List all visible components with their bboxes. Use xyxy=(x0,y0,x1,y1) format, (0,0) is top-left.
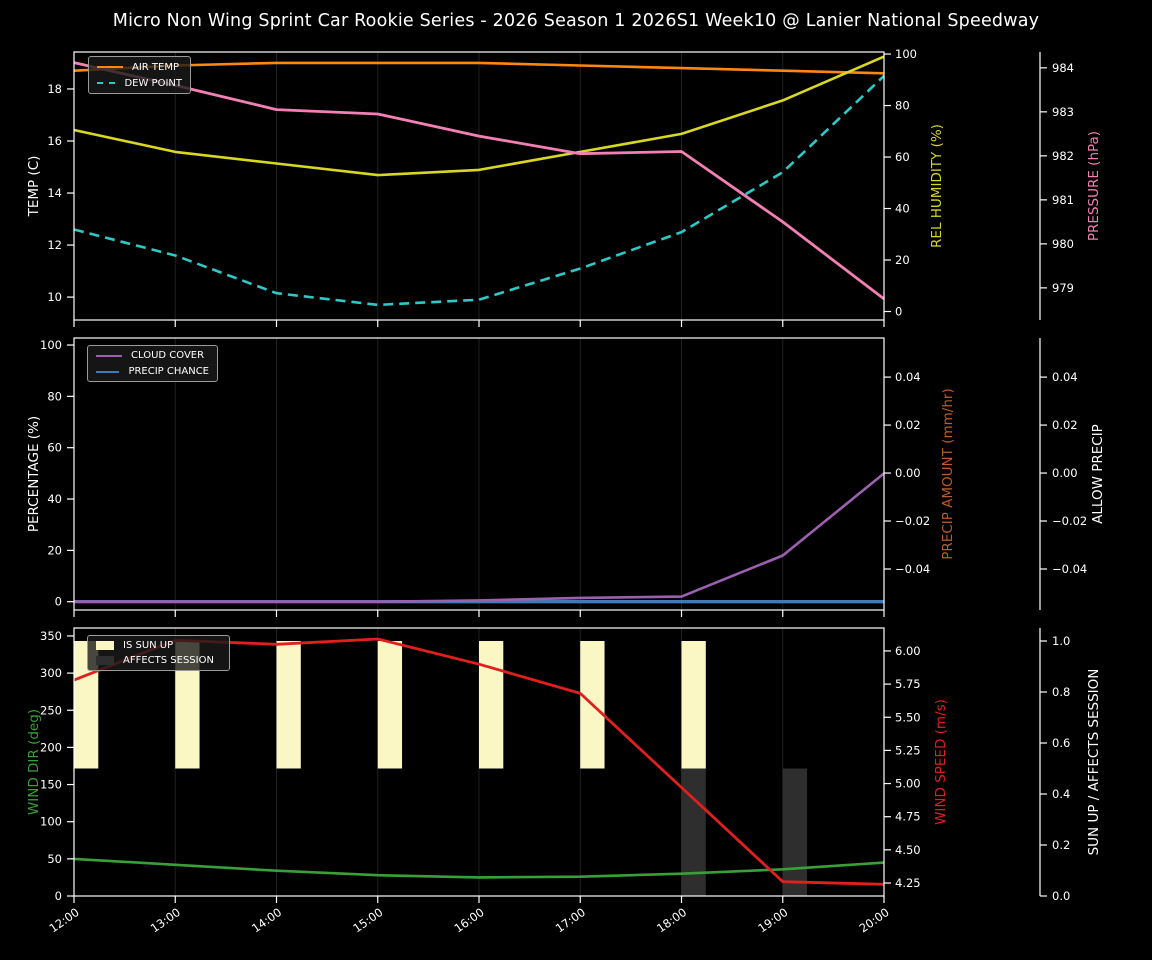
legend-swatch xyxy=(96,656,114,666)
tick-label: 40 xyxy=(47,492,62,506)
legend-label: AFFECTS SESSION xyxy=(123,655,214,667)
legend-swatch xyxy=(97,82,116,84)
legend-label: AIR TEMP xyxy=(132,61,180,73)
legend-label: IS SUN UP xyxy=(123,639,174,651)
tick-label: 0.4 xyxy=(1052,787,1070,801)
tick-label: 0.02 xyxy=(1052,418,1078,432)
axis-label-rel-humidity: REL HUMIDITY (%) xyxy=(929,124,945,248)
legend-label: PRECIP CHANCE xyxy=(128,366,209,377)
tick-label: 984 xyxy=(1052,61,1074,75)
tick-label: 0.02 xyxy=(895,418,921,432)
tick-label: 14 xyxy=(47,186,62,200)
affects-session-bar xyxy=(681,768,706,896)
tick-label: 5.00 xyxy=(895,777,921,791)
x-tick-label: 14:00 xyxy=(249,905,284,935)
x-tick-label: 18:00 xyxy=(654,905,689,935)
legend-item: DEW POINT xyxy=(97,77,182,90)
legend-label: CLOUD COVER xyxy=(131,350,205,361)
is-sun-up-bar xyxy=(479,641,504,769)
axis-label-allow-precip: ALLOW PRECIP xyxy=(1090,424,1106,524)
legend-item: AIR TEMP xyxy=(97,61,182,74)
axis-label-wind-speed: WIND SPEED (m/s) xyxy=(933,699,949,825)
tick-label: 50 xyxy=(47,852,62,866)
tick-label: 0.2 xyxy=(1052,838,1070,852)
x-tick-label: 13:00 xyxy=(148,905,183,935)
tick-label: −0.02 xyxy=(895,514,930,528)
legend-swatch xyxy=(96,370,120,373)
tick-label: −0.02 xyxy=(1052,514,1087,528)
tick-label: −0.04 xyxy=(895,562,930,576)
tick-label: 0.00 xyxy=(895,466,921,480)
tick-label: 40 xyxy=(895,202,910,216)
x-tick-label: 15:00 xyxy=(350,905,385,935)
tick-label: 0.6 xyxy=(1052,736,1070,750)
tick-label: 0.00 xyxy=(1052,466,1078,480)
x-tick-label: 17:00 xyxy=(553,905,588,935)
tick-label: 981 xyxy=(1052,193,1074,207)
tick-label: 80 xyxy=(47,389,62,403)
legend-wind-panel: IS SUN UP AFFECTS SESSION xyxy=(87,635,230,671)
axis-label-sun-up: SUN UP / AFFECTS SESSION xyxy=(1086,668,1102,856)
is-sun-up-bar xyxy=(276,641,301,769)
tick-label: −0.04 xyxy=(1052,562,1087,576)
axis-label-pressure: PRESSURE (hPa) xyxy=(1086,130,1102,242)
axis-label-wind-dir: WIND DIR (deg) xyxy=(26,708,42,816)
tick-label: 5.25 xyxy=(895,743,921,757)
tick-label: 0 xyxy=(55,595,62,609)
is-sun-up-bar xyxy=(681,641,706,769)
legend-temperature-panel: AIR TEMP DEW POINT xyxy=(88,56,191,94)
forecast-chart: 10 12 14 16 18 0 20 40 60 80 100 979 980 981 982 983 984… xyxy=(40,47,1087,935)
x-tick-label: 12:00 xyxy=(47,905,82,935)
tick-label: 18 xyxy=(47,82,62,96)
legend-label: DEW POINT xyxy=(124,77,182,89)
tick-label: 0.04 xyxy=(895,370,921,384)
tick-label: 980 xyxy=(1052,237,1074,251)
legend-item: PRECIP CHANCE xyxy=(96,365,209,378)
tick-label: 60 xyxy=(47,441,62,455)
affects-session-bar xyxy=(782,768,808,896)
axis-label-temp: TEMP (C) xyxy=(26,155,42,217)
legend-cloud-panel: CLOUD COVER PRECIP CHANCE xyxy=(87,345,218,382)
x-tick-label: 19:00 xyxy=(755,905,790,935)
tick-label: 983 xyxy=(1052,105,1074,119)
legend-item: AFFECTS SESSION xyxy=(96,655,221,668)
tick-label: 4.50 xyxy=(895,843,921,857)
tick-label: 0.0 xyxy=(1052,889,1070,903)
legend-item: IS SUN UP xyxy=(96,639,221,652)
tick-label: 60 xyxy=(895,150,910,164)
legend-swatch xyxy=(96,640,114,650)
tick-label: 5.75 xyxy=(895,677,921,691)
tick-label: 6.00 xyxy=(895,644,921,658)
legend-swatch xyxy=(96,354,122,357)
tick-label: 100 xyxy=(895,47,917,61)
tick-label: 4.75 xyxy=(895,810,921,824)
legend-item: CLOUD COVER xyxy=(96,349,209,362)
weather-forecast-figure: 10 12 14 16 18 0 20 40 60 80 100 979 980 981 982 983 984… xyxy=(0,0,1152,960)
chart-title: Micro Non Wing Sprint Car Rookie Series … xyxy=(112,11,1040,31)
tick-label: 0.04 xyxy=(1052,370,1078,384)
tick-label: 5.50 xyxy=(895,710,921,724)
tick-label: 0 xyxy=(55,889,62,903)
axis-label-precip-amount: PRECIP AMOUNT (mm/hr) xyxy=(940,388,956,560)
tick-label: 0 xyxy=(895,305,902,319)
tick-label: 20 xyxy=(895,253,910,267)
tick-label: 16 xyxy=(47,134,62,148)
tick-label: 80 xyxy=(895,99,910,113)
x-tick-label: 20:00 xyxy=(857,905,892,935)
tick-label: 10 xyxy=(47,290,62,304)
legend-swatch xyxy=(97,66,123,68)
x-tick-label: 16:00 xyxy=(452,905,487,935)
tick-label: 1.0 xyxy=(1052,634,1070,648)
is-sun-up-bar xyxy=(377,641,403,769)
tick-label: 0.8 xyxy=(1052,685,1070,699)
tick-label: 12 xyxy=(47,238,62,252)
tick-label: 979 xyxy=(1052,281,1074,295)
tick-label: 20 xyxy=(47,543,62,557)
tick-label: 982 xyxy=(1052,149,1074,163)
axis-label-percentage: PERCENTAGE (%) xyxy=(26,415,42,533)
tick-label: 4.25 xyxy=(895,876,921,890)
